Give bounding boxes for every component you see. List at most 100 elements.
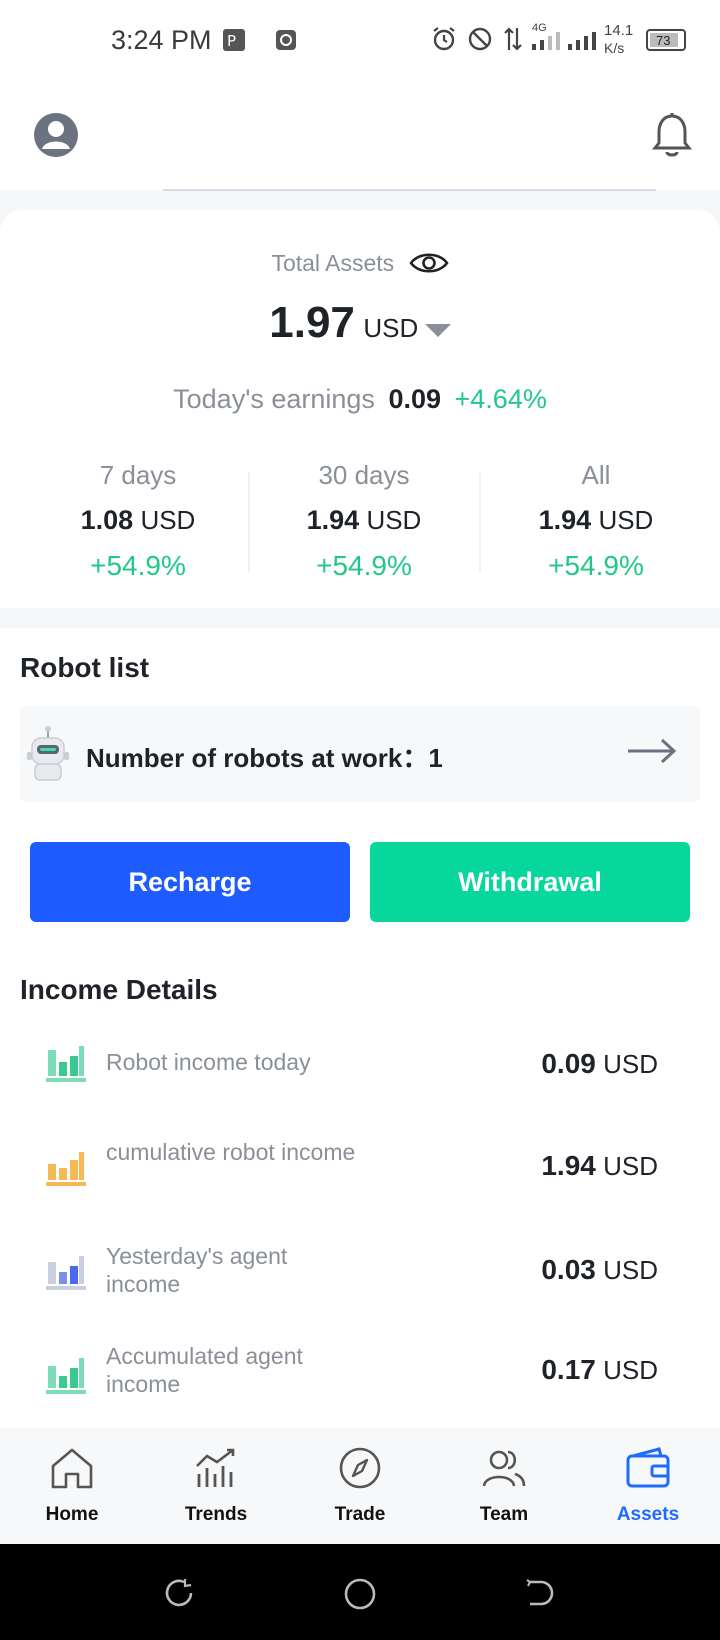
robots-at-work-count: 1 [428,743,443,773]
caret-down-icon[interactable] [424,324,451,338]
period-value: 1.94 [538,505,592,535]
avatar-icon[interactable] [33,112,79,158]
withdrawal-button[interactable]: Withdrawal [370,842,690,922]
period-percent: +54.9% [548,550,644,581]
income-value: 0.09 [541,1048,596,1079]
robots-at-work-label: Number of robots at work： [86,743,429,773]
robots-at-work-text: Number of robots at work：1 [86,738,443,775]
income-unit: USD [603,1355,658,1385]
currency-selector-label[interactable]: USD [363,313,418,343]
period-label: 7 days [99,460,177,490]
eye-icon[interactable] [408,251,449,275]
assets-card: Total Assets 1.97 USD Today's earnings 0… [0,210,720,608]
income-unit: USD [603,1255,658,1285]
period-percent: +54.9% [316,550,412,581]
back-icon[interactable] [524,1578,554,1608]
signal-icon [532,32,560,50]
total-assets-row: Total Assets [0,250,720,277]
recents-icon[interactable] [164,1578,194,1608]
period-value-row: 1.94 USD [249,505,479,536]
period-value-row: 1.08 USD [23,505,253,536]
svg-text:P: P [227,32,236,50]
battery-level: 73 [656,33,671,48]
team-icon [482,1450,526,1487]
tab-label: Trends [184,1504,248,1525]
period-value: 1.08 [80,505,134,535]
status-bar: 3:24 PM P 4G 14.1 K/s 73 [0,0,720,84]
tab-label: Team [479,1504,529,1525]
total-assets-value-row[interactable]: 1.97 USD [0,298,720,348]
system-nav-bar [0,1544,720,1640]
today-earnings-row: Today's earnings 0.09 +4.64% [0,384,720,415]
income-details-title: Income Details [20,974,218,1005]
network-speed-unit: K/s [604,40,625,56]
income-unit: USD [603,1151,658,1181]
income-value-row: 0.09 USD [541,1048,658,1080]
period-30-days: 30 days 1.94 USD +54.9% [249,460,479,582]
bell-icon[interactable] [652,112,692,160]
notification-icon: P [223,29,245,51]
income-label: cumulative robot income [106,1139,356,1165]
home-nav-icon[interactable] [343,1577,377,1611]
tab-home[interactable]: Home [0,1430,144,1544]
robot-list-title: Robot list [20,652,150,683]
today-earnings-percent: +4.64% [454,384,547,414]
total-assets-label: Total Assets [271,250,395,276]
recharge-button[interactable]: Recharge [30,842,350,922]
tab-label: Home [45,1504,99,1525]
income-item-agent-accumulated: Accumulated agent income 0.17 USD [0,1343,720,1436]
header-divider [163,189,656,191]
battery-icon: 73 [646,29,686,51]
app-header [0,84,720,191]
tab-assets[interactable]: Assets [576,1430,720,1544]
robots-at-work-row[interactable]: Number of robots at work：1 [20,706,700,802]
period-unit: USD [366,505,422,535]
signal-icon-2 [568,32,596,50]
today-earnings-label: Today's earnings [173,384,375,414]
wallet-icon [626,1447,670,1488]
income-value-row: 0.17 USD [541,1354,658,1386]
robot-icon [27,726,69,781]
income-value-row: 0.03 USD [541,1254,658,1286]
income-value: 0.03 [541,1254,596,1285]
trends-icon [196,1448,235,1487]
chart-icon-green [46,1046,86,1082]
chart-icon-blue [46,1256,86,1290]
chart-icon-orange [46,1152,86,1186]
status-time: 3:24 PM [111,25,212,55]
network-speed-value: 14.1 [604,22,634,39]
income-label: Accumulated agent income [106,1343,303,1397]
period-all: All 1.94 USD +54.9% [481,460,711,582]
period-value-row: 1.94 USD [481,505,711,536]
tab-label: Trade [334,1504,386,1525]
total-assets-value: 1.97 [269,298,355,347]
bottom-tab-bar: Home Trends Trade Team Assets [0,1430,720,1544]
period-percent: +54.9% [90,550,186,581]
income-unit: USD [603,1049,658,1079]
tab-team[interactable]: Team [432,1430,576,1544]
chart-icon-green [46,1358,86,1394]
robot-income-section: Robot list Number of robots at work：1 Re… [0,628,720,1428]
today-earnings-value: 0.09 [388,384,441,414]
arrow-right-icon[interactable] [626,736,678,766]
income-item-robot-cumulative: cumulative robot income 1.94 USD [0,1138,720,1228]
income-value: 0.17 [541,1354,596,1385]
income-value: 1.94 [541,1150,596,1181]
app-notification-icon [276,30,296,50]
period-value: 1.94 [306,505,360,535]
income-label: Robot income today [106,1049,311,1075]
home-icon [51,1448,93,1489]
income-value-row: 1.94 USD [541,1150,658,1182]
tab-trends[interactable]: Trends [144,1430,288,1544]
data-transfer-icon [504,27,522,51]
income-item-robot-today: Robot income today 0.09 USD [0,1036,720,1126]
period-unit: USD [598,505,654,535]
compass-icon [339,1447,381,1489]
tab-trade[interactable]: Trade [288,1430,432,1544]
period-7-days: 7 days 1.08 USD +54.9% [23,460,253,582]
dnd-icon [468,27,492,51]
period-label: 30 days [318,460,410,490]
period-unit: USD [140,505,196,535]
alarm-icon [433,27,455,51]
period-label: All [581,460,611,490]
